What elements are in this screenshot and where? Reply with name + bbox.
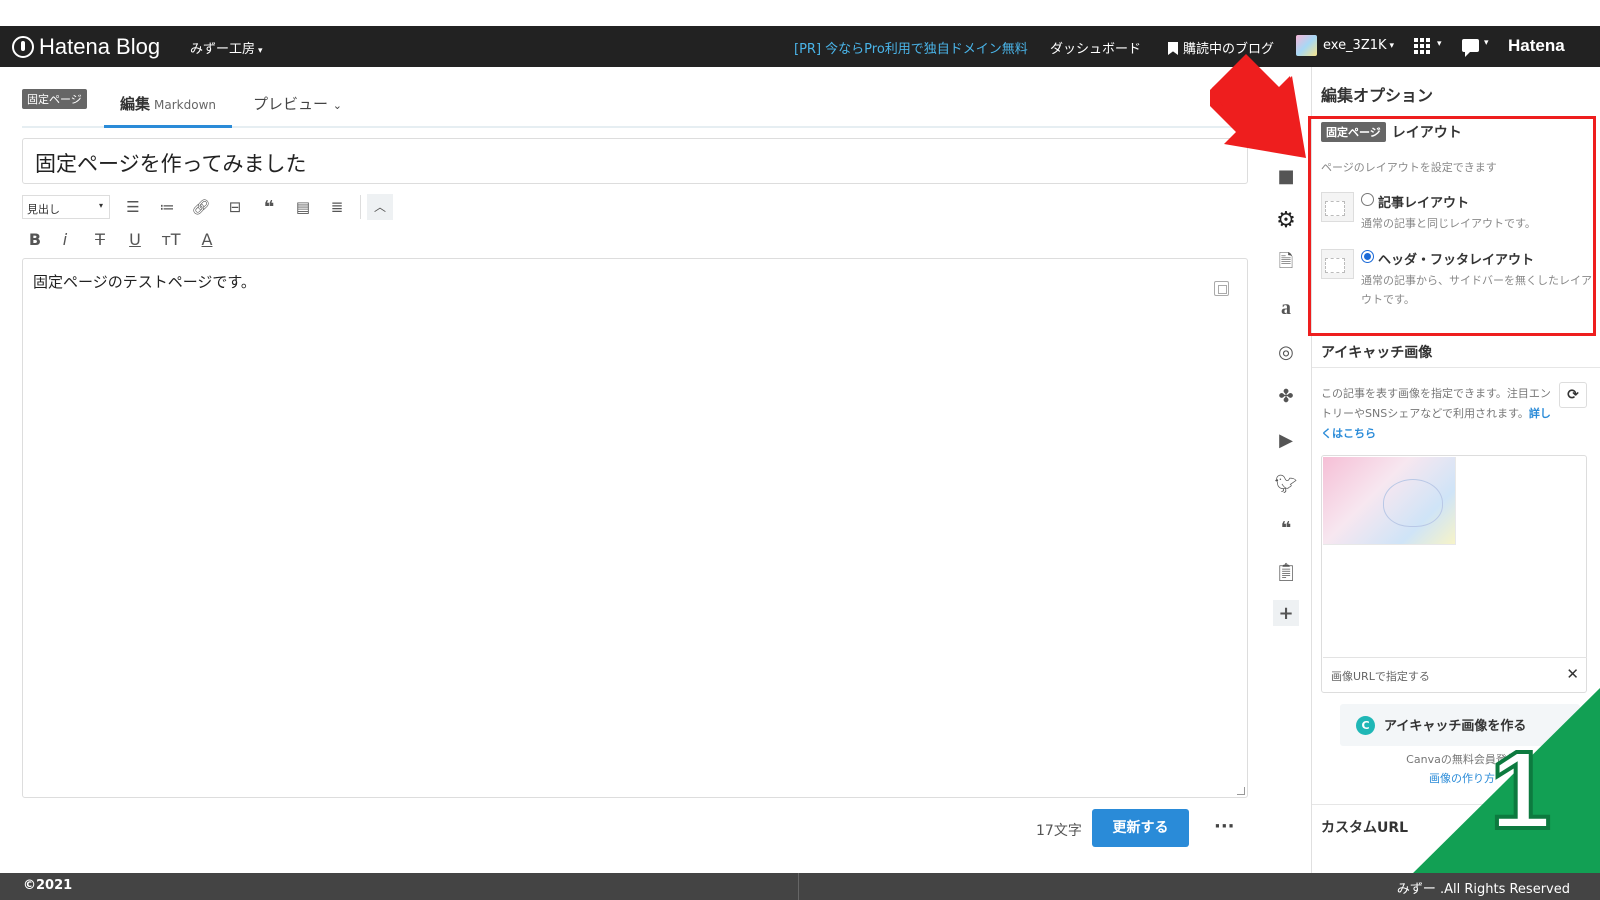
toolbar-divider [360,195,361,219]
dashboard-link[interactable]: ダッシュボード [1050,38,1141,57]
font-color-icon[interactable]: A [190,230,224,249]
custom-url-heading[interactable]: カスタムURL [1321,817,1408,837]
text-size-icon[interactable]: тT [152,230,190,249]
add-icon[interactable]: + [1273,600,1299,626]
user-name: exe_3Z1K [1323,38,1387,53]
collapse-toolbar-icon[interactable]: ︿ [367,194,393,220]
editor-footer: 17文字 更新する ··· [0,809,1252,849]
quote-icon[interactable]: ❝ [252,197,286,218]
gear-icon[interactable]: ⚙ [1268,204,1304,236]
youtube-icon[interactable]: ▶ [1268,424,1304,456]
hatena-link[interactable]: Hatena [1508,36,1565,56]
eyecatch-heading: アイキャッチ画像 [1321,345,1433,361]
heading-select[interactable]: 見出し [22,195,110,219]
copy-icon[interactable] [1214,281,1229,296]
document-icon[interactable]: 🗎 [1268,248,1304,280]
bookmark-icon [1168,42,1178,55]
comment-icon[interactable] [1462,39,1479,57]
underline-icon[interactable]: U [118,230,152,249]
eyecatch-image-box: 画像URLで指定する ✕ [1321,455,1587,693]
insert-toolbar: 見出し ☰ ≔ 🔗︎ ⊟ ❝ ▤ ≣ ︿ [22,193,393,221]
strikethrough-icon[interactable]: T [82,230,118,249]
top-navigation-bar: Hatena Blog みずー工房 ▾ [PR] 今ならPro利用で独自ドメイン無… [0,26,1600,67]
more-options-icon[interactable]: ··· [1214,816,1235,837]
bunny-illustration [1383,479,1443,527]
tab-edit[interactable]: 編集 Markdown [104,87,232,128]
step-number: 1 [1488,729,1553,852]
edit-mode-label: Markdown [154,98,216,112]
numbered-list-icon[interactable]: ≔ [150,198,184,216]
red-arrow-icon [1210,54,1306,158]
eyecatch-description-text: この記事を表す画像を指定できます。注目エントリーやSNSシェアなどで利用されます… [1321,387,1551,420]
panel-title: 編集オプション [1321,86,1434,105]
copyright: ©2021 [23,878,73,893]
logo-text: Hatena Blog [39,34,161,59]
app-screen: Hatena Blog みずー工房 ▾ [PR] 今ならPro利用で独自ドメイン無… [0,0,1600,900]
bold-icon[interactable]: B [22,230,48,249]
pr-link[interactable]: [PR] 今ならPro利用で独自ドメイン無料 [794,38,1028,57]
clipboard-icon[interactable]: 📋︎ [1268,556,1304,588]
blog-name-menu[interactable]: みずー工房 ▾ [190,38,263,57]
hatena-blog-logo[interactable]: Hatena Blog [12,34,160,60]
caret-down-icon: ▾ [258,46,263,56]
image-url-label: 画像URLで指定する [1331,670,1430,683]
table-of-contents-icon[interactable]: ▤ [286,198,320,216]
canva-icon: C [1356,716,1375,735]
image-url-field[interactable]: 画像URLで指定する ✕ [1323,657,1587,691]
tab-edit-label: 編集 [120,95,151,113]
close-icon[interactable]: ✕ [1566,665,1579,683]
body-textarea[interactable]: 固定ページのテストページです。 [22,258,1248,798]
hatena-logo-icon [12,36,34,58]
rights-text: みずー .All Rights Reserved [1396,882,1570,897]
italic-icon[interactable]: i [48,230,82,249]
caret-down-icon: ▾ [1437,39,1442,49]
caret-down-icon: ▾ [1389,40,1395,51]
twitter-icon[interactable]: 🐦︎ [1268,468,1304,500]
editor-area: 固定ページ 編集 Markdown プレビュー ⌄ 固定ページを作ってみました 見… [0,67,1252,873]
body-text: 固定ページのテストページです。 [33,273,256,291]
editor-tabs: 固定ページ 編集 Markdown プレビュー ⌄ [22,87,1248,128]
instagram-icon[interactable]: ◎ [1268,336,1304,368]
divider [1312,367,1600,368]
title-input[interactable]: 固定ページを作ってみました [22,138,1248,184]
link-icon[interactable]: 🔗︎ [184,198,218,216]
fixed-page-badge: 固定ページ [22,89,87,109]
blog-name: みずー工房 [190,42,256,57]
apps-grid-icon[interactable] [1414,38,1430,54]
tab-preview[interactable]: プレビュー ⌄ [253,93,342,114]
tab-preview-label: プレビュー [253,95,329,113]
caret-down-icon: ▾ [1484,38,1489,48]
insert-block-icon[interactable]: ≣ [320,198,354,216]
character-count: 17文字 [1036,823,1082,839]
resize-handle[interactable] [1237,787,1245,795]
eyecatch-thumbnail[interactable] [1323,457,1456,545]
footer-bar: ©2021 みずー .All Rights Reserved [0,873,1600,900]
google-photos-icon[interactable]: ✤ [1268,380,1304,412]
amazon-icon[interactable]: a [1268,292,1304,324]
quote-icon[interactable]: ❝ [1268,512,1304,544]
eyecatch-description: この記事を表す画像を指定できます。注目エントリーやSNSシェアなどで利用されます… [1321,384,1553,444]
refresh-icon[interactable]: ⟳ [1559,382,1587,408]
highlight-box [1308,116,1596,336]
chevron-down-icon: ⌄ [332,99,343,112]
format-toolbar: B i T U тT A [22,225,224,253]
update-button[interactable]: 更新する [1092,809,1189,847]
footer-divider [798,873,799,900]
bullet-list-icon[interactable]: ☰ [116,198,150,216]
more-separator-icon[interactable]: ⊟ [218,198,252,216]
